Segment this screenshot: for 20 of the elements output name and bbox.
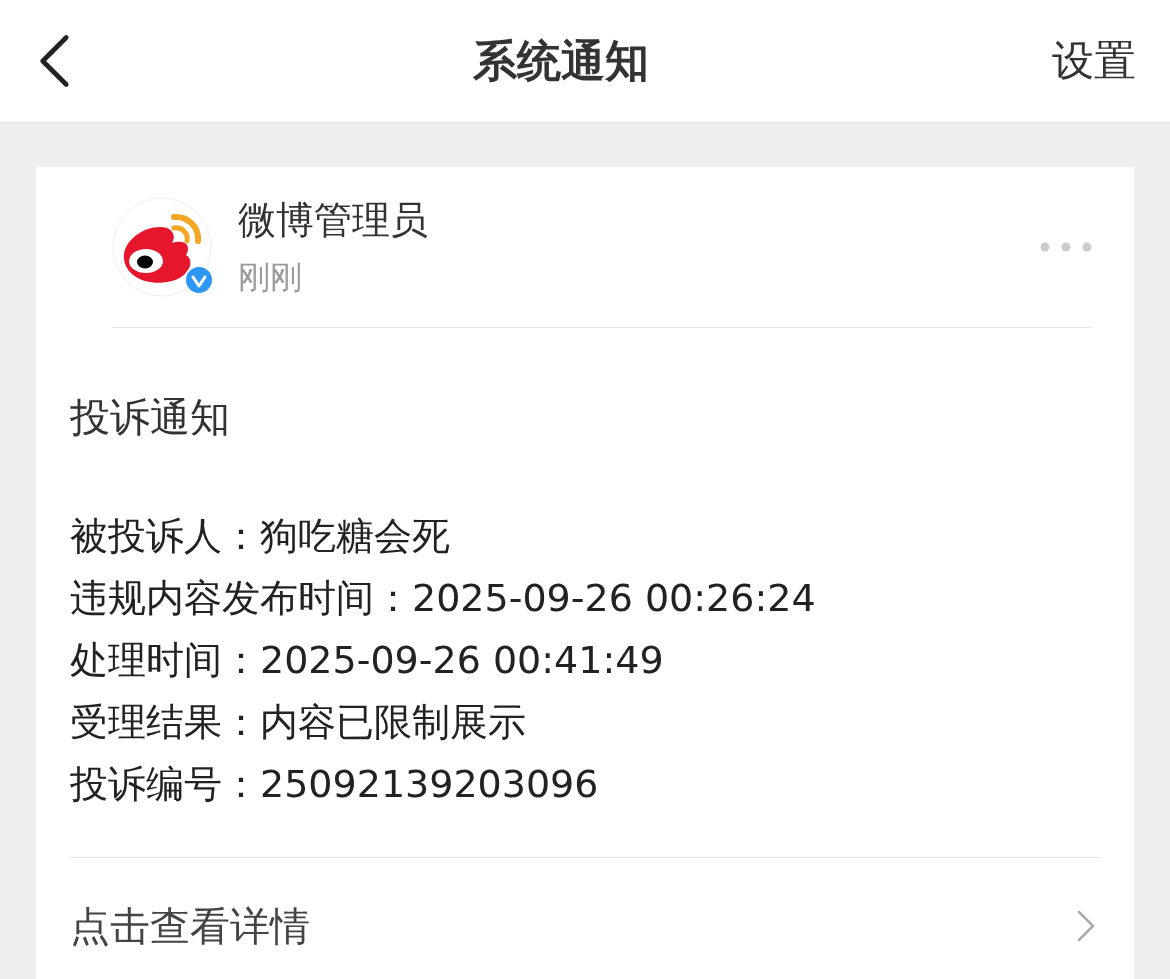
back-icon[interactable] — [38, 33, 70, 89]
field-value: 2025-09-26 00:26:24 — [412, 576, 816, 620]
field-value: 内容已限制展示 — [260, 700, 526, 744]
field-label: 违规内容发布时间： — [70, 576, 412, 620]
chevron-right-icon[interactable] — [1076, 909, 1096, 943]
field-label: 处理时间： — [70, 638, 260, 682]
sender-name: 微博管理员 — [238, 196, 429, 244]
settings-link[interactable]: 设置 — [1052, 33, 1136, 89]
page-title: 系统通知 — [473, 33, 649, 88]
notice-heading: 投诉通知 — [70, 393, 231, 442]
logo-avatar-icon — [112, 197, 212, 297]
field-value: 25092139203096 — [260, 762, 599, 806]
more-icon[interactable] — [1040, 242, 1092, 252]
field-label: 被投诉人： — [70, 514, 260, 558]
field-label: 投诉编号： — [70, 762, 260, 806]
field-value: 2025-09-26 00:41:49 — [260, 638, 664, 682]
field-label: 受理结果： — [70, 700, 260, 744]
timestamp: 刚刚 — [238, 256, 303, 298]
details-link[interactable]: 点击查看详情 — [70, 898, 310, 954]
field-value: 狗吃糖会死 — [260, 514, 450, 558]
